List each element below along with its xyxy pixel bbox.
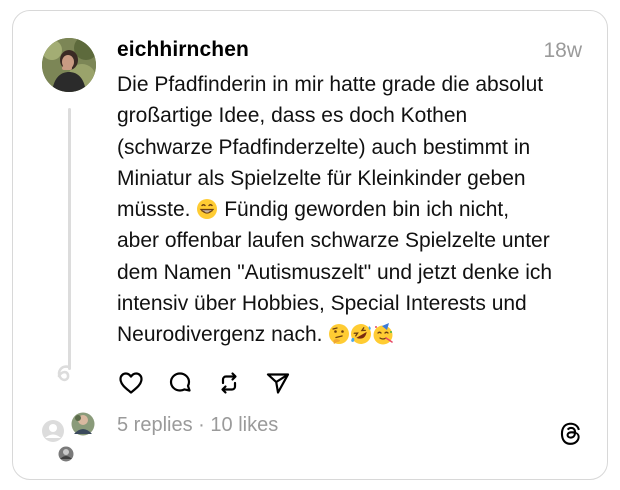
likes-count-link[interactable]: 10 likes	[210, 414, 278, 436]
author-username[interactable]: eichhirnchen	[117, 38, 249, 62]
post-body: Die Pfadfinderin in mir hatte grade die …	[117, 69, 597, 351]
heart-icon[interactable]	[117, 369, 145, 397]
post-line: (schwarze Pfadfinderzelte) auch bestimmt…	[117, 135, 531, 159]
post-line: Miniatur als Spielzelte für Kleinkinder …	[117, 166, 526, 190]
thread-connector-line	[68, 108, 71, 370]
post-line: aber offenbar laufen schwarze Spielzelte…	[117, 229, 550, 253]
post-card[interactable]: eichhirnchen 18w Die Pfadfinderin in mir…	[12, 10, 608, 480]
thread-loop-icon	[57, 365, 71, 382]
comment-icon[interactable]	[166, 369, 194, 397]
replier-avatars[interactable]	[38, 409, 108, 469]
grinning-face-emoji	[197, 199, 218, 220]
post-line: intensiv über Hobbies, Special Interests…	[117, 292, 527, 316]
author-avatar[interactable]	[42, 38, 96, 92]
post-line: dem Namen "Autismuszelt" und jetzt denke…	[117, 260, 553, 284]
post-line: Die Pfadfinderin in mir hatte grade die …	[117, 73, 544, 96]
post-line-with-emoji: Neurodivergenz nach.	[117, 319, 597, 350]
post-line-with-emoji: müsste. Fündig geworden bin ich nicht,	[117, 194, 597, 225]
post-line-text: Fündig geworden bin ich nicht,	[224, 198, 510, 222]
post-stats: 5 replies · 10 likes	[117, 414, 278, 437]
partying-face-emoji	[373, 323, 394, 345]
threads-logo-icon[interactable]	[559, 420, 583, 447]
stats-separator: ·	[192, 414, 211, 436]
send-icon[interactable]	[264, 369, 292, 397]
post-timestamp[interactable]: 18w	[543, 39, 582, 63]
replier-avatar-group	[42, 411, 96, 463]
author-avatar-image	[42, 38, 96, 92]
replies-count-link[interactable]: 5 replies	[117, 414, 193, 436]
post-line-text: Neurodivergenz nach.	[117, 323, 323, 347]
post-line: großartige Idee, dass es doch Kothen	[117, 104, 468, 128]
post-line-text: müsste.	[117, 198, 191, 222]
repost-icon[interactable]	[215, 369, 243, 397]
rolling-laughing-emoji	[351, 324, 372, 345]
thinking-face-emoji	[329, 324, 350, 345]
